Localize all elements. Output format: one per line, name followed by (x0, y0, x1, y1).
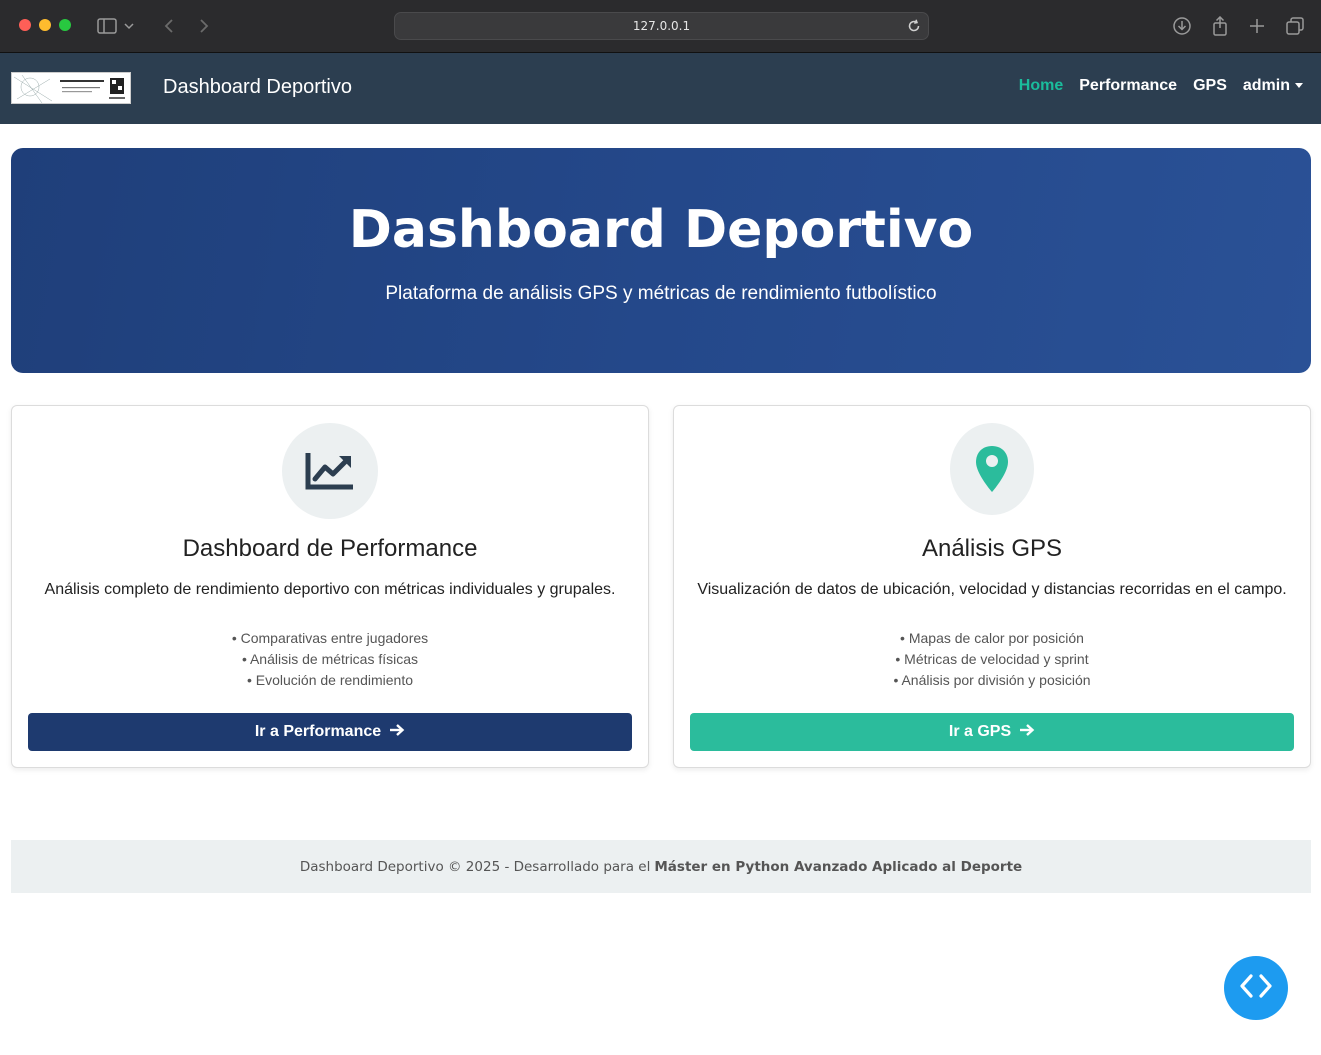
sidebar-toggle-icon[interactable] (94, 13, 120, 39)
hero-banner: Dashboard Deportivo Plataforma de anális… (11, 148, 1311, 373)
downloads-icon[interactable] (1169, 13, 1195, 39)
card-description: Análisis completo de rendimiento deporti… (44, 581, 616, 598)
code-toggle-button[interactable] (1224, 956, 1288, 1020)
nav-performance[interactable]: Performance (1079, 77, 1177, 95)
forward-icon[interactable] (191, 13, 217, 39)
button-label: Ir a Performance (254, 723, 382, 740)
card-description: Visualización de datos de ubicación, vel… (697, 581, 1287, 598)
user-menu[interactable]: admin (1243, 77, 1303, 95)
feature-list: • Comparativas entre jugadores • Análisi… (12, 628, 648, 691)
performance-card: Dashboard de Performance Análisis comple… (11, 405, 649, 768)
user-menu-label: admin (1242, 77, 1290, 94)
nav-home[interactable]: Home (1019, 77, 1063, 95)
brand-title[interactable]: Dashboard Deportivo (163, 76, 352, 99)
chart-line-icon (282, 423, 378, 519)
gps-card: Análisis GPS Visualización de datos de u… (673, 405, 1311, 768)
list-item: • Métricas de velocidad y sprint (895, 651, 1089, 667)
share-icon[interactable] (1207, 13, 1233, 39)
app-navbar: Dashboard Deportivo Home Performance GPS… (0, 53, 1321, 124)
new-tab-icon[interactable] (1244, 13, 1270, 39)
page-footer: Dashboard Deportivo © 2025 - Desarrollad… (11, 840, 1311, 893)
go-gps-button[interactable]: Ir a GPS (690, 713, 1294, 751)
arrow-right-icon (389, 723, 405, 742)
nav-gps[interactable]: GPS (1193, 77, 1227, 95)
hero-subtitle: Plataforma de análisis GPS y métricas de… (385, 283, 937, 304)
map-marker-icon (950, 423, 1034, 515)
main-nav: Home Performance GPS admin (1019, 77, 1303, 95)
list-item: • Análisis por división y posición (893, 672, 1091, 688)
chevron-down-icon[interactable] (122, 13, 136, 39)
code-icon (1238, 972, 1274, 1004)
go-performance-button[interactable]: Ir a Performance (28, 713, 632, 751)
address-bar[interactable]: 127.0.0.1 (394, 12, 929, 40)
list-item: • Mapas de calor por posición (900, 630, 1084, 646)
arrow-right-icon (1019, 723, 1035, 742)
reload-icon[interactable] (906, 18, 922, 34)
minimize-window-button[interactable] (39, 19, 51, 31)
url-text: 127.0.0.1 (632, 19, 691, 33)
zoom-window-button[interactable] (59, 19, 71, 31)
back-icon[interactable] (156, 13, 182, 39)
card-title: Análisis GPS (921, 535, 1063, 562)
list-item: • Evolución de rendimiento (247, 672, 413, 688)
tab-overview-icon[interactable] (1282, 13, 1308, 39)
footer-text: Dashboard Deportivo © 2025 - Desarrollad… (299, 858, 651, 875)
footer-highlight: Máster en Python Avanzado Aplicado al De… (654, 858, 1023, 875)
list-item: • Análisis de métricas físicas (241, 651, 419, 667)
browser-toolbar: 127.0.0.1 (0, 0, 1321, 53)
button-label: Ir a GPS (948, 723, 1012, 740)
close-window-button[interactable] (19, 19, 31, 31)
list-item: • Comparativas entre jugadores (231, 630, 429, 646)
card-title: Dashboard de Performance (182, 535, 478, 562)
feature-list: • Mapas de calor por posición • Métricas… (674, 628, 1310, 691)
brand-logo[interactable] (11, 72, 131, 104)
hero-title: Dashboard Deportivo (348, 200, 974, 260)
caret-down-icon (1295, 83, 1303, 89)
